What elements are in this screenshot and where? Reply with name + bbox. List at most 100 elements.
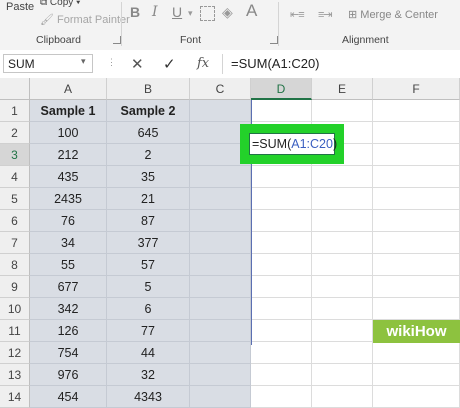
- clipboard-launcher-icon[interactable]: [113, 36, 121, 44]
- column-header-b[interactable]: B: [107, 78, 190, 100]
- cell-e1[interactable]: [312, 100, 373, 122]
- row-header-14[interactable]: 14: [0, 386, 30, 408]
- cell-d11[interactable]: [251, 320, 312, 342]
- cell-b2[interactable]: 645: [107, 122, 190, 144]
- cell-f3[interactable]: [373, 144, 460, 166]
- cell-a11[interactable]: 126: [30, 320, 107, 342]
- formula-input[interactable]: =SUM(A1:C20): [222, 54, 460, 74]
- cell-d10[interactable]: [251, 298, 312, 320]
- cell-f13[interactable]: [373, 364, 460, 386]
- underline-button[interactable]: U: [172, 4, 182, 20]
- font-color-button[interactable]: A: [246, 1, 257, 21]
- row-header-4[interactable]: 4: [0, 166, 30, 188]
- cell-f5[interactable]: [373, 188, 460, 210]
- cell-f8[interactable]: [373, 254, 460, 276]
- underline-dropdown-icon[interactable]: ▾: [188, 8, 193, 19]
- borders-icon[interactable]: [200, 6, 215, 21]
- column-header-d[interactable]: D: [251, 78, 312, 100]
- cell-d5[interactable]: [251, 188, 312, 210]
- cell-b14[interactable]: 4343: [107, 386, 190, 408]
- row-header-11[interactable]: 11: [0, 320, 30, 342]
- row-header-1[interactable]: 1: [0, 100, 30, 122]
- cell-b6[interactable]: 87: [107, 210, 190, 232]
- cell-c8[interactable]: [190, 254, 251, 276]
- cell-a6[interactable]: 76: [30, 210, 107, 232]
- row-header-10[interactable]: 10: [0, 298, 30, 320]
- cell-a10[interactable]: 342: [30, 298, 107, 320]
- cell-f4[interactable]: [373, 166, 460, 188]
- cell-b12[interactable]: 44: [107, 342, 190, 364]
- italic-button[interactable]: I: [152, 4, 158, 20]
- cell-c4[interactable]: [190, 166, 251, 188]
- active-cell-editor[interactable]: =SUM(A1:C20): [249, 133, 337, 155]
- indent-decrease-icon[interactable]: ⇤≡: [290, 8, 305, 21]
- cell-f6[interactable]: [373, 210, 460, 232]
- row-header-8[interactable]: 8: [0, 254, 30, 276]
- cell-a3[interactable]: 212: [30, 144, 107, 166]
- cell-f12[interactable]: [373, 342, 460, 364]
- row-header-7[interactable]: 7: [0, 232, 30, 254]
- cell-c10[interactable]: [190, 298, 251, 320]
- cell-a7[interactable]: 34: [30, 232, 107, 254]
- cell-c5[interactable]: [190, 188, 251, 210]
- cell-b8[interactable]: 57: [107, 254, 190, 276]
- cell-b13[interactable]: 32: [107, 364, 190, 386]
- formula-bar-handle-icon[interactable]: ⋮: [107, 57, 116, 68]
- copy-button[interactable]: ⧉ Copy ▾: [40, 0, 80, 8]
- cell-d1[interactable]: [251, 100, 312, 122]
- cell-b10[interactable]: 6: [107, 298, 190, 320]
- cell-a9[interactable]: 677: [30, 276, 107, 298]
- row-header-5[interactable]: 5: [0, 188, 30, 210]
- cell-d12[interactable]: [251, 342, 312, 364]
- column-header-c[interactable]: C: [190, 78, 251, 100]
- cell-b11[interactable]: 77: [107, 320, 190, 342]
- insert-function-button[interactable]: fx: [197, 56, 209, 71]
- column-header-a[interactable]: A: [30, 78, 107, 100]
- cell-d6[interactable]: [251, 210, 312, 232]
- cell-d8[interactable]: [251, 254, 312, 276]
- cell-b7[interactable]: 377: [107, 232, 190, 254]
- cell-a1[interactable]: Sample 1: [30, 100, 107, 122]
- cell-d14[interactable]: [251, 386, 312, 408]
- cell-e8[interactable]: [312, 254, 373, 276]
- cell-b1[interactable]: Sample 2: [107, 100, 190, 122]
- cell-c6[interactable]: [190, 210, 251, 232]
- column-header-f[interactable]: F: [373, 78, 460, 100]
- row-header-6[interactable]: 6: [0, 210, 30, 232]
- format-painter-button[interactable]: 🖌 Format Painter: [40, 13, 130, 26]
- cell-b3[interactable]: 2: [107, 144, 190, 166]
- cell-c7[interactable]: [190, 232, 251, 254]
- cell-f7[interactable]: [373, 232, 460, 254]
- cell-a13[interactable]: 976: [30, 364, 107, 386]
- cell-d7[interactable]: [251, 232, 312, 254]
- cell-e6[interactable]: [312, 210, 373, 232]
- cell-f10[interactable]: [373, 298, 460, 320]
- cell-f2[interactable]: [373, 122, 460, 144]
- font-launcher-icon[interactable]: [270, 36, 278, 44]
- cell-c12[interactable]: [190, 342, 251, 364]
- cell-f9[interactable]: [373, 276, 460, 298]
- cancel-icon[interactable]: ✕: [131, 55, 144, 73]
- indent-increase-icon[interactable]: ≡⇥: [318, 8, 333, 21]
- row-header-3[interactable]: 3: [0, 144, 30, 166]
- cell-e7[interactable]: [312, 232, 373, 254]
- cell-f1[interactable]: [373, 100, 460, 122]
- row-header-9[interactable]: 9: [0, 276, 30, 298]
- select-all-corner[interactable]: [0, 78, 30, 100]
- cell-c14[interactable]: [190, 386, 251, 408]
- fill-color-icon[interactable]: ◈: [222, 4, 233, 21]
- cell-c13[interactable]: [190, 364, 251, 386]
- cell-e11[interactable]: [312, 320, 373, 342]
- cell-a8[interactable]: 55: [30, 254, 107, 276]
- cell-e9[interactable]: [312, 276, 373, 298]
- cell-a12[interactable]: 754: [30, 342, 107, 364]
- cell-d13[interactable]: [251, 364, 312, 386]
- cell-f14[interactable]: [373, 386, 460, 408]
- cell-d4[interactable]: [251, 166, 312, 188]
- cell-b5[interactable]: 21: [107, 188, 190, 210]
- cell-a4[interactable]: 435: [30, 166, 107, 188]
- bold-button[interactable]: B: [130, 4, 140, 20]
- cell-e13[interactable]: [312, 364, 373, 386]
- cell-a2[interactable]: 100: [30, 122, 107, 144]
- name-box-dropdown-icon[interactable]: ▾: [81, 56, 86, 67]
